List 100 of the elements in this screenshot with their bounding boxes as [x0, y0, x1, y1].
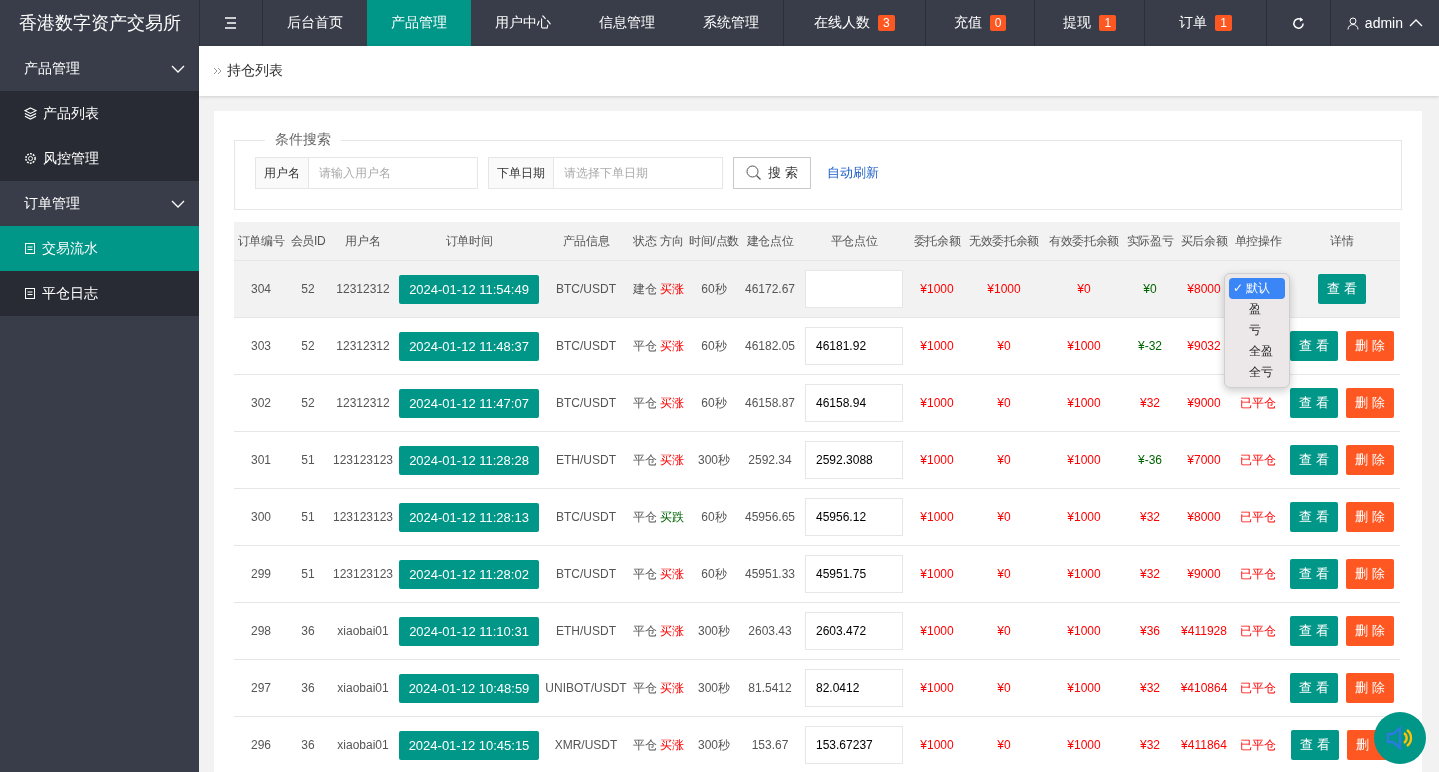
gear-icon [24, 152, 37, 165]
table-cell: xiaobai01 [328, 659, 398, 717]
time-tag: 2024-01-12 11:47:07 [399, 388, 539, 418]
table-cell: ¥8000 [1176, 260, 1232, 318]
column-header: 无效委托余额 [964, 222, 1044, 261]
table-cell: 已平仓 [1232, 659, 1284, 717]
table-cell: ¥1000 [910, 716, 964, 772]
time-tag: 2024-01-12 11:28:13 [399, 502, 539, 532]
table-cell: ¥0 [964, 431, 1044, 489]
table-cell: ¥0 [964, 659, 1044, 717]
nav-tab[interactable]: 信息管理 [575, 0, 679, 46]
sidebar-item[interactable]: 平仓日志 [0, 271, 199, 316]
table-cell: 123123123 [328, 545, 398, 603]
table-cell: 买涨 [658, 659, 686, 717]
item-label: 平仓日志 [42, 284, 98, 303]
table-cell: 买涨 [658, 716, 686, 772]
view-button[interactable]: 查 看 [1290, 502, 1338, 532]
table-cell: ¥1000 [1044, 716, 1124, 772]
table-cell: 建仓 [632, 260, 658, 318]
table-cell: ¥-36 [1124, 431, 1176, 489]
table-cell: 平仓 [632, 374, 658, 432]
close-price-field[interactable]: 46181.92 [805, 327, 903, 365]
menu-item[interactable]: 全盈 [1229, 341, 1285, 362]
menu-item[interactable]: 亏 [1229, 320, 1285, 341]
table-cell: ¥0 [964, 602, 1044, 660]
view-button[interactable]: 查 看 [1290, 616, 1338, 646]
nav-tab[interactable]: 产品管理 [367, 0, 471, 46]
table-cell: 60秒 [686, 260, 742, 318]
chevron-up-icon [1409, 19, 1423, 27]
chevron-down-icon [171, 199, 185, 208]
stat-label: 订单 [1179, 14, 1208, 32]
table-cell: 300 [234, 488, 288, 546]
view-button[interactable]: 查 看 [1290, 331, 1338, 361]
table-cell: ¥1000 [910, 317, 964, 375]
nav-tab[interactable]: 用户中心 [471, 0, 575, 46]
table-cell: ¥1000 [910, 545, 964, 603]
view-button[interactable]: 查 看 [1290, 559, 1338, 589]
view-button[interactable]: 查 看 [1318, 274, 1366, 304]
close-price-field[interactable] [805, 270, 903, 308]
time-tag: 2024-01-12 10:48:59 [398, 673, 540, 703]
view-button[interactable]: 查 看 [1290, 673, 1338, 703]
table-cell: BTC/USDT [540, 488, 632, 546]
table-cell: ¥1000 [910, 659, 964, 717]
search-field[interactable]: 请选择下单日期 [554, 157, 723, 189]
sidebar-group[interactable]: 订单管理 [0, 181, 199, 226]
view-button[interactable]: 查 看 [1291, 730, 1339, 760]
search-button[interactable]: 搜 索 [733, 157, 811, 189]
table-cell: 52 [288, 374, 328, 432]
sidebar-item[interactable]: 风控管理 [0, 136, 199, 181]
table-cell: ¥0 [964, 317, 1044, 375]
table-cell: 51 [288, 431, 328, 489]
option-label: 盈 [1249, 302, 1261, 316]
count-badge: 3 [878, 15, 895, 31]
column-header: 方向 [658, 222, 686, 261]
table-cell: ¥-32 [1124, 317, 1176, 375]
sidebar-item[interactable]: 交易流水 [0, 226, 199, 271]
table-cell: 302 [234, 374, 288, 432]
table-cell: 300秒 [686, 659, 742, 717]
column-header: 单控操作 [1232, 222, 1284, 261]
close-price-field[interactable]: 45951.75 [805, 555, 903, 593]
view-button[interactable]: 查 看 [1290, 445, 1338, 475]
close-price-field[interactable]: 45956.12 [805, 498, 903, 536]
double-chevron-icon [213, 66, 223, 76]
table-cell: ¥8000 [1176, 488, 1232, 546]
column-header: 产品信息 [540, 222, 632, 261]
close-price-field[interactable]: 2592.3088 [805, 441, 903, 479]
count-badge: 0 [989, 15, 1007, 31]
check-mark: ✓ [1233, 281, 1245, 295]
table-cell: ¥1000 [964, 260, 1044, 318]
column-header: 时间/点数 [686, 222, 742, 261]
close-price-field[interactable]: 82.0412 [805, 669, 903, 707]
table-cell: 平仓 [632, 488, 658, 546]
table-cell: ¥1000 [1044, 488, 1124, 546]
time-tag: 2024-01-12 11:48:37 [399, 331, 539, 361]
table-cell: XMR/USDT [540, 716, 632, 772]
close-price-field[interactable]: 46158.94 [805, 384, 903, 422]
sidebar-group[interactable]: 产品管理 [0, 46, 199, 91]
search-field[interactable]: 请输入用户名 [309, 157, 478, 189]
auto-refresh-link[interactable]: 自动刷新 [826, 164, 879, 182]
refresh-icon [1291, 16, 1305, 30]
table-cell: ¥36 [1124, 602, 1176, 660]
field-label: 下单日期 [488, 157, 554, 189]
column-header: 详情 [1284, 222, 1400, 261]
nav-tab[interactable]: 后台首页 [263, 0, 367, 46]
nav-tab[interactable]: 系统管理 [679, 0, 783, 46]
menu-item[interactable]: ✓ 默认 [1229, 278, 1285, 299]
table-cell: 买涨 [658, 374, 686, 432]
layers-icon [24, 107, 37, 120]
menu-item[interactable]: 盈 [1229, 299, 1285, 320]
option-label: 默认 [1246, 281, 1271, 295]
sidebar-item[interactable]: 产品列表 [0, 91, 199, 136]
column-header: 有效委托余额 [1044, 222, 1124, 261]
table-cell: 60秒 [686, 374, 742, 432]
column-header: 实际盈亏 [1124, 222, 1176, 261]
speaker-icon [1385, 725, 1415, 751]
chevron-down-icon [171, 64, 185, 73]
view-button[interactable]: 查 看 [1290, 388, 1338, 418]
close-price-field[interactable]: 2603.472 [805, 612, 903, 650]
close-price-field[interactable]: 153.67237 [805, 726, 903, 764]
table-cell: ¥1000 [1044, 374, 1124, 432]
